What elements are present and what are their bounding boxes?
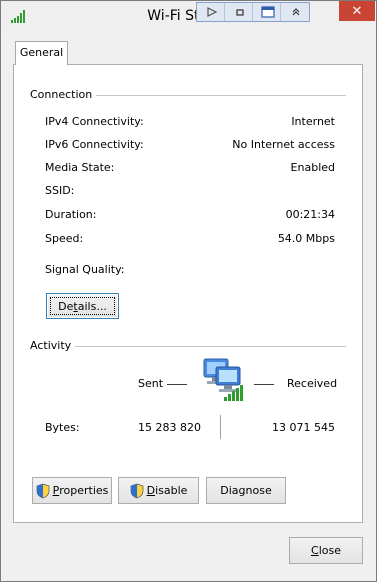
- bytes-received-value: 13 071 545: [272, 421, 335, 434]
- bytes-label: Bytes:: [45, 421, 80, 434]
- details-button[interactable]: De t ails...: [46, 293, 119, 319]
- received-connector: [254, 384, 274, 385]
- ssid-label: SSID:: [45, 184, 75, 197]
- close-button[interactable]: Close: [289, 537, 363, 564]
- chevron-up-icon: [292, 8, 300, 16]
- uac-shield-icon: [130, 483, 143, 498]
- close-label-rest: lose: [318, 544, 341, 557]
- maximize-button[interactable]: [256, 3, 281, 21]
- sent-connector: [167, 384, 187, 385]
- tab-panel-general: Connection IPv4 Connectivity: Internet I…: [13, 64, 363, 523]
- duration-label: Duration:: [45, 208, 97, 221]
- ipv6-label: IPv6 Connectivity:: [45, 138, 144, 151]
- duration-value: 00:21:34: [285, 208, 335, 221]
- collapse-button[interactable]: [284, 3, 308, 21]
- connection-group-label: Connection: [30, 88, 97, 101]
- speed-label: Speed:: [45, 232, 84, 245]
- diagnose-button[interactable]: Diagnose: [206, 477, 286, 504]
- close-icon: ✕: [351, 3, 363, 19]
- tab-general[interactable]: General: [15, 41, 68, 65]
- sent-label: Sent: [138, 377, 164, 390]
- speed-value: 54.0 Mbps: [277, 232, 335, 245]
- window-icon: [261, 6, 275, 18]
- window-title: Wi-Fi Status: [147, 8, 230, 24]
- received-label: Received: [287, 377, 338, 390]
- bytes-divider: [220, 415, 221, 439]
- disable-label-rest: isable: [155, 484, 188, 497]
- pin-button[interactable]: [200, 3, 225, 21]
- ipv4-label: IPv4 Connectivity:: [45, 115, 144, 128]
- details-label-start: De: [58, 299, 74, 313]
- diagnose-label: Diagnose: [220, 484, 272, 497]
- activity-group-rule: [30, 346, 346, 347]
- disable-button[interactable]: Disable: [118, 477, 199, 504]
- window-close-button[interactable]: ✕: [339, 1, 375, 21]
- activity-group-label: Activity: [30, 339, 76, 352]
- details-label-mnemonic: t: [73, 299, 78, 313]
- pin-icon: [207, 7, 218, 17]
- wifi-status-window: Wi-Fi Status ✕ General Connection IPv4 C…: [0, 0, 377, 582]
- properties-label-rest: roperties: [59, 484, 109, 497]
- title-bar[interactable]: Wi-Fi Status ✕: [1, 1, 376, 31]
- ipv4-value: Internet: [291, 115, 335, 128]
- signal-quality-label: Signal Quality:: [45, 263, 125, 276]
- properties-button[interactable]: Properties: [32, 477, 112, 504]
- minimize-button[interactable]: [228, 3, 253, 21]
- bytes-sent-value: 15 283 820: [138, 421, 201, 434]
- window-tool-strip: [196, 2, 310, 22]
- media-state-value: Enabled: [290, 161, 335, 174]
- uac-shield-icon: [36, 483, 49, 498]
- close-label-mnemonic: C: [311, 544, 319, 557]
- ipv6-value: No Internet access: [232, 138, 335, 151]
- minimize-icon: [236, 9, 244, 16]
- properties-label-mnemonic: P: [52, 484, 60, 497]
- network-computers-icon: [203, 358, 243, 401]
- details-label-rest: ails...: [77, 299, 107, 313]
- disable-label-mnemonic: D: [146, 484, 156, 497]
- media-state-label: Media State:: [45, 161, 115, 174]
